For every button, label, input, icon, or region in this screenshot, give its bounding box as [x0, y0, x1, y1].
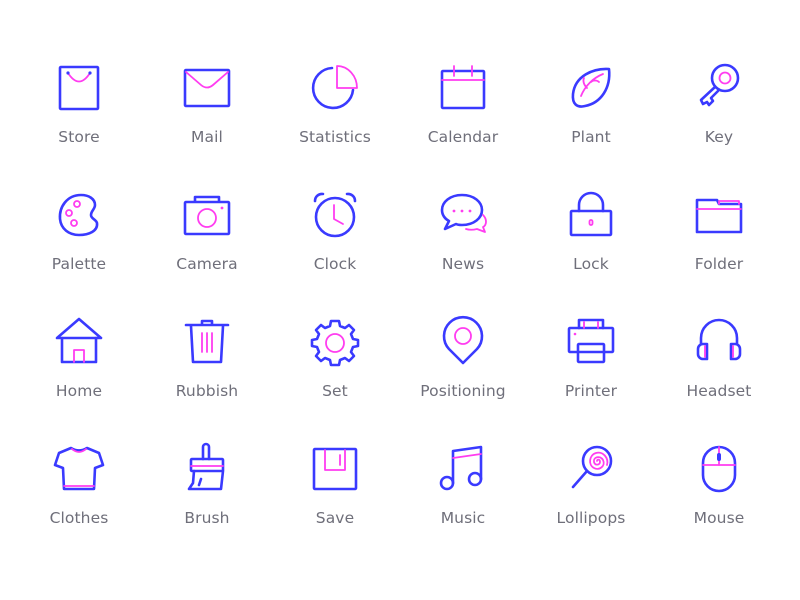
pie-chart-icon — [311, 65, 358, 110]
icon-tile-camera[interactable]: Camera — [143, 187, 271, 297]
icon-label: Set — [322, 382, 348, 400]
house-icon — [55, 317, 103, 364]
key-icon — [699, 63, 740, 107]
icon-label: Clock — [313, 255, 357, 273]
music-note-icon — [439, 445, 483, 491]
icon-label: Printer — [564, 382, 618, 400]
icon-label: Statistics — [299, 128, 371, 146]
lollipop-icon — [571, 445, 613, 489]
headphones-icon — [696, 318, 742, 361]
icon-label: Mouse — [693, 509, 745, 527]
icon-tile-clock[interactable]: Clock — [271, 187, 399, 297]
printer-icon — [567, 318, 615, 364]
leaf-icon — [571, 67, 611, 108]
paint-brush-icon — [187, 442, 225, 491]
icon-label: Clothes — [49, 509, 109, 527]
icon-tile-news[interactable]: News — [399, 187, 527, 297]
icon-tile-key[interactable]: Key — [655, 60, 783, 170]
trash-can-icon — [184, 319, 230, 364]
t-shirt-icon — [53, 446, 105, 491]
lock-icon — [569, 191, 613, 237]
icon-label: Positioning — [420, 382, 506, 400]
icon-tile-store[interactable]: Store — [15, 60, 143, 170]
icon-tile-printer[interactable]: Printer — [527, 314, 655, 424]
icon-label: Music — [440, 509, 486, 527]
icon-tile-palette[interactable]: Palette — [15, 187, 143, 297]
icon-label: Rubbish — [175, 382, 239, 400]
icon-label: Folder — [694, 255, 744, 273]
floppy-disk-icon — [312, 447, 358, 491]
icon-label: Camera — [176, 255, 238, 273]
icon-tile-headset[interactable]: Headset — [655, 314, 783, 424]
shopping-bag-icon — [58, 65, 100, 111]
icon-label: Lock — [573, 255, 609, 273]
icon-tile-folder[interactable]: Folder — [655, 187, 783, 297]
icon-label: Calendar — [427, 128, 499, 146]
icon-tile-lock[interactable]: Lock — [527, 187, 655, 297]
folder-icon — [695, 198, 743, 234]
icon-tile-rubbish[interactable]: Rubbish — [143, 314, 271, 424]
camera-icon — [183, 195, 231, 236]
icon-label: Home — [55, 382, 103, 400]
icon-label: Mail — [191, 128, 223, 146]
icon-tile-clothes[interactable]: Clothes — [15, 441, 143, 551]
icon-tile-calendar[interactable]: Calendar — [399, 60, 527, 170]
icon-tile-save[interactable]: Save — [271, 441, 399, 551]
icon-label: Brush — [184, 509, 230, 527]
icon-tile-music[interactable]: Music — [399, 441, 527, 551]
icon-tile-home[interactable]: Home — [15, 314, 143, 424]
icon-tile-brush[interactable]: Brush — [143, 441, 271, 551]
icon-tile-statistics[interactable]: Statistics — [271, 60, 399, 170]
alarm-clock-icon — [313, 192, 357, 238]
calendar-icon — [440, 65, 486, 110]
icon-label: Lollipops — [556, 509, 626, 527]
icon-tile-plant[interactable]: Plant — [527, 60, 655, 170]
icon-label: Key — [704, 128, 734, 146]
icon-tile-mail[interactable]: Mail — [143, 60, 271, 170]
icon-label: Save — [315, 509, 355, 527]
chat-bubbles-icon — [440, 193, 487, 233]
icon-label: Headset — [686, 382, 752, 400]
computer-mouse-icon — [701, 445, 737, 493]
mail-icon — [183, 68, 231, 108]
icon-tile-lollipops[interactable]: Lollipops — [527, 441, 655, 551]
icon-tile-set[interactable]: Set — [271, 314, 399, 424]
palette-icon — [58, 193, 99, 237]
icon-label: Store — [58, 128, 100, 146]
icon-label: News — [441, 255, 485, 273]
gear-icon — [310, 319, 360, 367]
icon-label: Palette — [51, 255, 107, 273]
icon-tile-mouse[interactable]: Mouse — [655, 441, 783, 551]
icon-tile-positioning[interactable]: Positioning — [399, 314, 527, 424]
icon-label: Plant — [571, 128, 611, 146]
map-pin-icon — [442, 315, 484, 365]
